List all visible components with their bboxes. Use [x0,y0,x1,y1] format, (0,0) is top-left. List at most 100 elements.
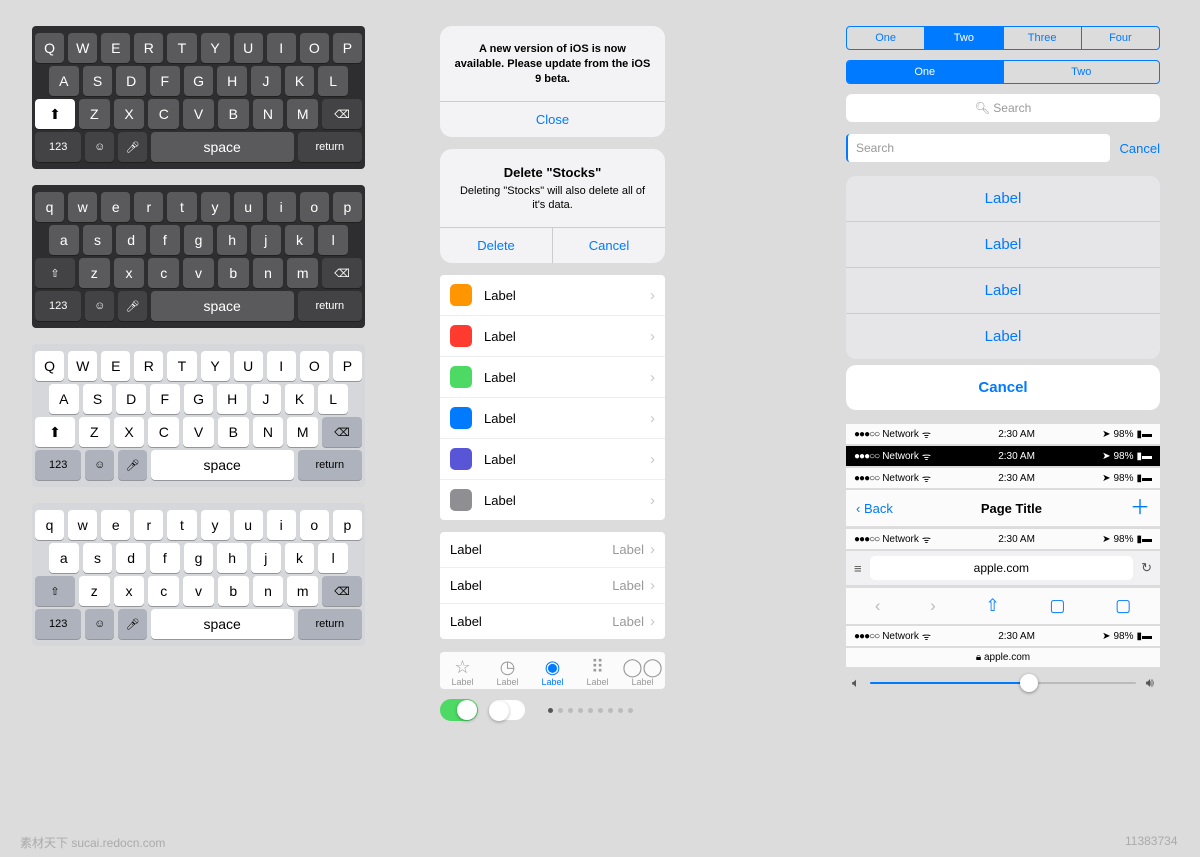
key-m[interactable]: M [287,99,318,129]
space-key[interactable]: space [151,132,294,162]
key-z[interactable]: Z [79,99,110,129]
emoji-key[interactable]: ☺ [85,291,114,321]
key-u[interactable]: U [234,33,263,63]
seg-one[interactable]: One [847,61,1003,83]
tab-keypad[interactable]: ⠿Label [575,657,620,687]
list-item[interactable]: Label› [440,316,665,357]
key-k[interactable]: K [285,66,315,96]
key-v[interactable]: V [183,99,214,129]
emoji-key[interactable]: ☺ [85,132,114,162]
sheet-option[interactable]: Label [846,222,1160,268]
sheet-option[interactable]: Label [846,314,1160,359]
shift-key[interactable]: ⇧ [35,258,75,288]
key-q[interactable]: Q [35,33,64,63]
key-i[interactable]: I [267,33,296,63]
mic-key[interactable]: 🎤︎ [118,132,147,162]
sheet-option[interactable]: Label [846,268,1160,314]
bookmarks-icon[interactable]: ▢ [1049,596,1065,616]
key-c[interactable]: C [148,99,179,129]
list-item[interactable]: Label› [440,357,665,398]
mic-key[interactable]: 🎤︎ [118,609,147,639]
emoji-key[interactable]: ☺ [85,450,114,480]
sheet-cancel-button[interactable]: Cancel [846,365,1160,410]
volume-slider[interactable] [870,682,1136,684]
key-a[interactable]: A [49,66,79,96]
reader-icon[interactable]: ≡ [854,561,862,576]
forward-icon[interactable]: › [930,596,936,616]
delete-key[interactable]: ⌫ [322,258,362,288]
close-button[interactable]: Close [440,102,665,137]
return-key[interactable]: return [298,609,362,639]
cancel-button[interactable]: Cancel [552,228,665,263]
emoji-key[interactable]: ☺ [85,609,114,639]
search-bar[interactable]: 🔍︎ Search [846,94,1160,122]
list-item[interactable]: LabelLabel› [440,568,665,604]
return-key[interactable]: return [298,132,362,162]
cancel-button[interactable]: Cancel [1120,141,1160,156]
key-p[interactable]: P [333,33,362,63]
numeric-key[interactable]: 123 [35,450,81,480]
mic-key[interactable]: 🎤︎ [118,450,147,480]
tab-favorites[interactable]: ☆Label [440,657,485,687]
switch-off[interactable] [488,699,526,721]
seg-one[interactable]: One [847,27,924,49]
key-d[interactable]: D [116,66,146,96]
search-input[interactable]: Search [846,134,1110,162]
list-item[interactable]: Label› [440,439,665,480]
key-s[interactable]: S [83,66,113,96]
key-e[interactable]: E [101,33,130,63]
sheet-option[interactable]: Label [846,176,1160,222]
url-field[interactable]: apple.com [870,556,1134,580]
numeric-key[interactable]: 123 [35,291,81,321]
tab-recents[interactable]: ◷Label [485,657,530,687]
tab-voicemail[interactable]: ◯◯Label [620,657,665,687]
key-g[interactable]: G [184,66,214,96]
key-o[interactable]: O [300,33,329,63]
delete-key[interactable]: ⌫ [322,99,362,129]
list-item[interactable]: LabelLabel› [440,532,665,568]
key-r[interactable]: R [134,33,163,63]
key-h[interactable]: H [217,66,247,96]
delete-key[interactable]: ⌫ [322,576,362,606]
page-control[interactable] [548,708,633,713]
return-key[interactable]: return [298,450,362,480]
seg-four[interactable]: Four [1081,27,1159,49]
shift-key[interactable]: ⇧ [35,576,75,606]
shift-key[interactable]: ⬆ [35,99,75,129]
list-item[interactable]: LabelLabel› [440,604,665,639]
space-key[interactable]: space [151,450,294,480]
seg-three[interactable]: Three [1003,27,1081,49]
key-y[interactable]: Y [201,33,230,63]
key-b[interactable]: B [218,99,249,129]
share-icon[interactable]: ⇧ [985,596,999,616]
reload-icon[interactable]: ↻ [1141,560,1152,576]
space-key[interactable]: space [151,609,294,639]
numeric-key[interactable]: 123 [35,609,81,639]
back-button[interactable]: ‹ Back [856,501,893,516]
seg-two[interactable]: Two [924,27,1002,49]
wifi-icon: ᯤ [922,449,931,463]
key-l[interactable]: L [318,66,348,96]
mic-key[interactable]: 🎤︎ [118,291,147,321]
tab-browse[interactable]: ◉Label [530,657,575,687]
switch-on[interactable] [440,699,478,721]
key-j[interactable]: J [251,66,281,96]
shift-key[interactable]: ⬆ [35,417,75,447]
key-w[interactable]: W [68,33,97,63]
delete-button[interactable]: Delete [440,228,552,263]
add-button[interactable]: ＋ [1130,498,1150,518]
key-n[interactable]: N [253,99,284,129]
return-key[interactable]: return [298,291,362,321]
space-key[interactable]: space [151,291,294,321]
list-item[interactable]: Label› [440,275,665,316]
numeric-key[interactable]: 123 [35,132,81,162]
seg-two[interactable]: Two [1003,61,1160,83]
key-x[interactable]: X [114,99,145,129]
delete-key[interactable]: ⌫ [322,417,362,447]
key-t[interactable]: T [167,33,196,63]
list-item[interactable]: Label› [440,398,665,439]
list-item[interactable]: Label› [440,480,665,520]
tabs-icon[interactable]: ▢ [1115,596,1131,616]
back-icon[interactable]: ‹ [875,596,881,616]
key-f[interactable]: F [150,66,180,96]
